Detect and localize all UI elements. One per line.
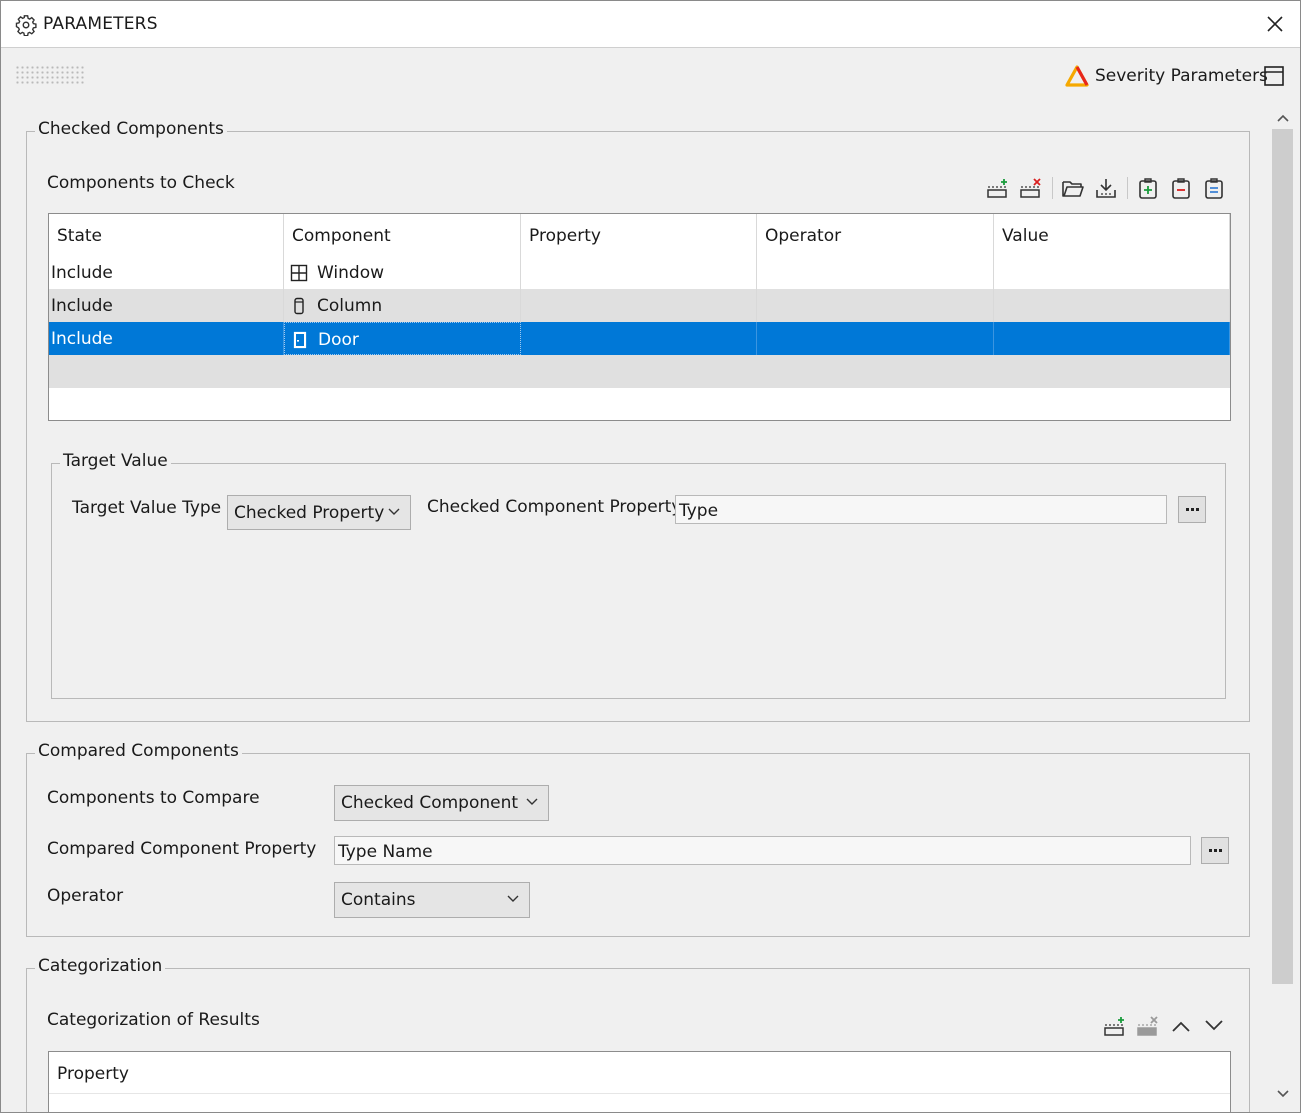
vertical-scrollbar[interactable] bbox=[1270, 105, 1295, 1109]
severity-parameters-label: Severity Parameters bbox=[1095, 66, 1268, 86]
compared-component-property-field[interactable]: Type Name bbox=[334, 836, 1191, 865]
add-row-icon[interactable] bbox=[1102, 1013, 1128, 1039]
categorization-of-results-label: Categorization of Results bbox=[47, 1010, 260, 1030]
edit-item-icon[interactable] bbox=[1201, 175, 1227, 201]
checked-components-legend: Checked Components bbox=[35, 119, 227, 139]
cell-value[interactable] bbox=[994, 289, 1230, 322]
grid-header: State Component Property Operator Value bbox=[49, 214, 1230, 256]
door-icon bbox=[293, 331, 307, 349]
compared-component-property-label: Compared Component Property bbox=[47, 839, 317, 859]
chevron-down-icon bbox=[507, 895, 519, 902]
severity-warning-icon bbox=[1065, 65, 1089, 87]
cell-state[interactable]: Include bbox=[49, 289, 284, 322]
cell-operator[interactable] bbox=[757, 289, 994, 322]
severity-parameters-button[interactable]: Severity Parameters bbox=[1065, 63, 1268, 89]
remove-row-icon[interactable] bbox=[1018, 175, 1044, 201]
toolbar-separator bbox=[1052, 177, 1053, 199]
column-icon bbox=[294, 297, 304, 315]
column-header-property[interactable]: Property bbox=[49, 1052, 1229, 1094]
components-to-compare-select[interactable]: Checked Component bbox=[334, 785, 549, 821]
scroll-down-icon[interactable] bbox=[1270, 1083, 1295, 1105]
cell-value[interactable] bbox=[994, 322, 1230, 355]
table-row-selected[interactable]: Include Door bbox=[49, 322, 1230, 355]
operator-select[interactable]: Contains bbox=[334, 882, 530, 918]
open-folder-icon[interactable] bbox=[1060, 175, 1086, 201]
scrollbar-thumb[interactable] bbox=[1272, 129, 1293, 984]
column-header-property[interactable]: Property bbox=[521, 214, 757, 256]
target-value-legend: Target Value bbox=[60, 451, 171, 471]
operator-value: Contains bbox=[341, 890, 416, 910]
cell-component[interactable]: Door bbox=[284, 322, 521, 355]
table-row[interactable]: Include Column bbox=[49, 289, 1230, 322]
cell-component[interactable]: Column bbox=[284, 289, 521, 322]
column-header-component[interactable]: Component bbox=[284, 214, 521, 256]
add-row-icon[interactable] bbox=[985, 175, 1011, 201]
compared-components-group: Compared Components Components to Compar… bbox=[26, 741, 1250, 937]
checked-toolbar bbox=[978, 175, 1227, 201]
cell-component[interactable]: Window bbox=[284, 256, 521, 289]
toolbar-separator bbox=[1127, 177, 1128, 199]
target-value-group: Target Value Target Value Type Checked P… bbox=[51, 451, 1226, 699]
parameters-window: PARAMETERS Severity Parameters Checked C… bbox=[0, 0, 1301, 1113]
column-header-operator[interactable]: Operator bbox=[757, 214, 994, 256]
column-header-value[interactable]: Value bbox=[994, 214, 1230, 256]
browse-property-button[interactable] bbox=[1178, 496, 1206, 523]
scroll-up-icon[interactable] bbox=[1270, 107, 1295, 129]
chevron-down-icon bbox=[388, 508, 400, 515]
operator-label: Operator bbox=[47, 886, 124, 906]
categorization-group: Categorization Categorization of Results… bbox=[26, 956, 1250, 1112]
title-bar: PARAMETERS bbox=[1, 1, 1300, 48]
compared-component-property-value: Type Name bbox=[338, 842, 433, 862]
components-to-compare-value: Checked Component bbox=[341, 793, 519, 813]
target-value-type-label: Target Value Type bbox=[72, 498, 222, 518]
browse-compared-property-button[interactable] bbox=[1201, 837, 1229, 864]
move-up-icon[interactable] bbox=[1168, 1013, 1194, 1039]
components-to-compare-label: Components to Compare bbox=[47, 788, 260, 808]
cell-component-label: Window bbox=[317, 263, 385, 283]
window-icon bbox=[290, 264, 308, 282]
cell-property[interactable] bbox=[521, 322, 757, 355]
target-value-type-select[interactable]: Checked Property bbox=[227, 495, 411, 530]
table-row[interactable]: Include Window bbox=[49, 256, 1230, 289]
new-row-placeholder[interactable] bbox=[49, 355, 1230, 388]
compared-components-legend: Compared Components bbox=[35, 741, 242, 761]
close-icon[interactable] bbox=[1266, 15, 1284, 33]
categorization-toolbar bbox=[1095, 1013, 1227, 1039]
categorization-grid: Property bbox=[48, 1051, 1231, 1112]
cell-component-label: Door bbox=[318, 330, 359, 350]
cell-state[interactable]: Include bbox=[49, 256, 284, 289]
remove-row-icon[interactable] bbox=[1135, 1013, 1161, 1039]
add-item-icon[interactable] bbox=[1135, 175, 1161, 201]
cell-property[interactable] bbox=[521, 256, 757, 289]
components-to-check-label: Components to Check bbox=[47, 173, 235, 193]
cell-operator[interactable] bbox=[757, 256, 994, 289]
column-header-state[interactable]: State bbox=[49, 214, 284, 256]
categorization-legend: Categorization bbox=[35, 956, 166, 976]
checked-component-property-value: Type bbox=[679, 501, 719, 521]
cell-state[interactable]: Include bbox=[49, 322, 284, 355]
drag-grip[interactable] bbox=[15, 65, 85, 85]
cell-operator[interactable] bbox=[757, 322, 994, 355]
components-grid: State Component Property Operator Value … bbox=[48, 213, 1231, 421]
cell-value[interactable] bbox=[994, 256, 1230, 289]
move-down-icon[interactable] bbox=[1201, 1013, 1227, 1039]
checked-component-property-field[interactable]: Type bbox=[675, 495, 1167, 524]
grid-header: Property bbox=[49, 1052, 1230, 1094]
target-value-type-value: Checked Property bbox=[234, 503, 385, 523]
checked-components-group: Checked Components Components to Check S… bbox=[26, 119, 1250, 722]
checked-component-property-label: Checked Component Property bbox=[427, 497, 682, 517]
cell-component-label: Column bbox=[317, 296, 383, 316]
chevron-down-icon bbox=[526, 798, 538, 805]
gear-icon bbox=[15, 15, 37, 36]
cell-property[interactable] bbox=[521, 289, 757, 322]
window-title: PARAMETERS bbox=[43, 14, 158, 34]
panel-layout-icon[interactable] bbox=[1263, 65, 1285, 87]
remove-item-icon[interactable] bbox=[1168, 175, 1194, 201]
download-icon[interactable] bbox=[1093, 175, 1119, 201]
